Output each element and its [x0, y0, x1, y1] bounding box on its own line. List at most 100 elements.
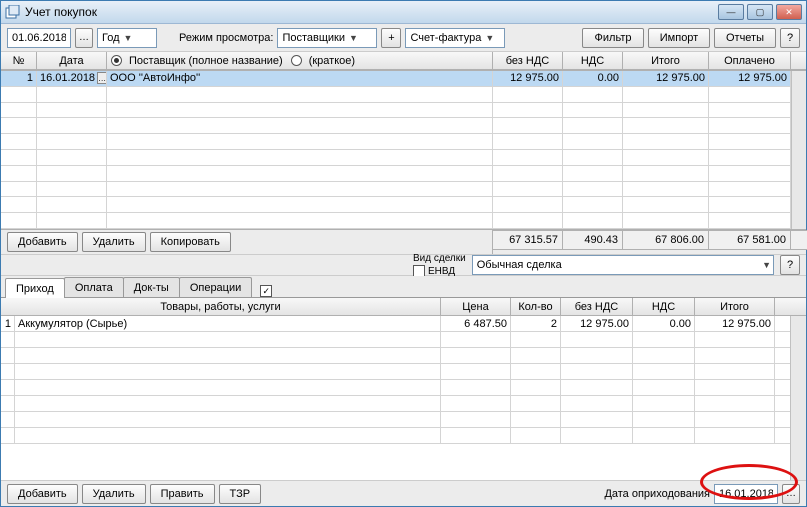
cell-total: 12 975.00 — [623, 71, 709, 86]
cell-qty: 2 — [511, 316, 561, 331]
col-paid[interactable]: Оплачено — [709, 52, 791, 69]
col-vat[interactable]: НДС — [563, 52, 623, 69]
deal-type-select[interactable]: Обычная сделка ▼ — [472, 255, 774, 275]
cell-num: 1 — [1, 316, 15, 331]
deal-type-value: Обычная сделка — [477, 259, 758, 271]
items-grid[interactable]: 1 Аккумулятор (Сырье) 6 487.50 2 12 975.… — [1, 316, 806, 480]
col-num[interactable]: № — [1, 52, 37, 69]
deal-help-button[interactable]: ? — [780, 255, 800, 275]
cell-goods: Аккумулятор (Сырье) — [15, 316, 441, 331]
total-vat: 490.43 — [563, 231, 623, 249]
grid1-actions: Добавить Удалить Копировать — [1, 230, 493, 254]
supplier-full-radio[interactable] — [111, 55, 122, 66]
chevron-down-icon: ▼ — [349, 33, 358, 43]
cell-date: 16.01.2018 … — [37, 71, 107, 86]
table-row[interactable] — [1, 364, 790, 380]
ops-checkbox[interactable]: ✓ — [260, 285, 272, 297]
date-cell-picker[interactable]: … — [97, 72, 107, 84]
reports-button[interactable]: Отчеты — [714, 28, 776, 48]
cell-date-value: 16.01.2018 — [40, 72, 95, 84]
app-window: Учет покупок — ▢ ✕ … Год ▼ Режим просмотр… — [0, 0, 807, 507]
chevron-down-icon: ▼ — [124, 33, 133, 43]
cell-price: 6 487.50 — [441, 316, 511, 331]
col-total[interactable]: Итого — [623, 52, 709, 69]
col-qty[interactable]: Кол-во — [511, 298, 561, 315]
period-select[interactable]: Год ▼ — [97, 28, 157, 48]
tzr-button[interactable]: ТЗР — [219, 484, 262, 504]
tab-ops[interactable]: Операции — [179, 277, 252, 297]
table-row[interactable] — [1, 87, 791, 103]
table-row[interactable] — [1, 197, 791, 213]
supplier-full-label: Поставщик (полное название) — [129, 55, 283, 67]
items-grid-header: Товары, работы, услуги Цена Кол-во без Н… — [1, 298, 806, 316]
titlebar: Учет покупок — ▢ ✕ — [1, 1, 806, 24]
cell-num: 1 — [1, 71, 37, 86]
cell-no-vat: 12 975.00 — [561, 316, 633, 331]
view-mode-label: Режим просмотра: — [179, 32, 273, 44]
delete-item-button[interactable]: Удалить — [82, 484, 146, 504]
purchases-grid[interactable]: 1 16.01.2018 … ООО ''АвтоИнфо'' 12 975.0… — [1, 70, 806, 230]
date-input[interactable] — [7, 28, 71, 48]
table-row[interactable] — [1, 166, 791, 182]
col-no-vat[interactable]: без НДС — [493, 52, 563, 69]
col-vat[interactable]: НДС — [633, 298, 695, 315]
table-row[interactable] — [1, 182, 791, 198]
table-row[interactable] — [1, 150, 791, 166]
table-row[interactable] — [1, 213, 791, 229]
table-row[interactable] — [1, 428, 790, 444]
vertical-scrollbar[interactable] — [790, 316, 806, 480]
posting-date-label: Дата оприходования — [604, 488, 710, 500]
table-row[interactable] — [1, 103, 791, 119]
date-picker-button[interactable]: … — [75, 28, 93, 48]
col-date[interactable]: Дата — [37, 52, 107, 69]
plus-button[interactable]: + — [381, 28, 401, 48]
doc-type-select[interactable]: Счет-фактура▼ — [405, 28, 505, 48]
bottom-bar: Добавить Удалить Править ТЗР Дата оприхо… — [1, 480, 806, 506]
delete-button[interactable]: Удалить — [82, 232, 146, 252]
tab-incoming[interactable]: Приход — [5, 278, 65, 298]
window-controls: — ▢ ✕ — [718, 4, 802, 20]
minimize-button[interactable]: — — [718, 4, 744, 20]
edit-item-button[interactable]: Править — [150, 484, 215, 504]
period-value: Год — [102, 32, 120, 44]
envd-label: ЕНВД — [428, 266, 455, 277]
supplier-short-radio[interactable] — [291, 55, 302, 66]
close-button[interactable]: ✕ — [776, 4, 802, 20]
cell-total: 12 975.00 — [695, 316, 775, 331]
help-button[interactable]: ? — [780, 28, 800, 48]
tab-docs[interactable]: Док-ты — [123, 277, 180, 297]
table-row[interactable]: 1 16.01.2018 … ООО ''АвтоИнфо'' 12 975.0… — [1, 71, 791, 87]
add-button[interactable]: Добавить — [7, 232, 78, 252]
col-no-vat[interactable]: без НДС — [561, 298, 633, 315]
total-no-vat: 67 315.57 — [493, 231, 563, 249]
col-total[interactable]: Итого — [695, 298, 775, 315]
table-row[interactable] — [1, 396, 790, 412]
col-supplier: Поставщик (полное название) (краткое) — [107, 52, 493, 69]
import-button[interactable]: Импорт — [648, 28, 710, 48]
col-goods[interactable]: Товары, работы, услуги — [1, 298, 441, 315]
chevron-down-icon: ▼ — [485, 33, 494, 43]
cell-supplier: ООО ''АвтоИнфо'' — [107, 71, 493, 86]
table-row[interactable]: 1 Аккумулятор (Сырье) 6 487.50 2 12 975.… — [1, 316, 790, 332]
copy-button[interactable]: Копировать — [150, 232, 231, 252]
cell-paid: 12 975.00 — [709, 71, 791, 86]
cell-no-vat: 12 975.00 — [493, 71, 563, 86]
add-item-button[interactable]: Добавить — [7, 484, 78, 504]
deal-row: Вид сделки ЕНВД Обычная сделка ▼ ? — [1, 254, 806, 276]
col-price[interactable]: Цена — [441, 298, 511, 315]
table-row[interactable] — [1, 332, 790, 348]
tab-payment[interactable]: Оплата — [64, 277, 124, 297]
table-row[interactable] — [1, 118, 791, 134]
view-mode-select[interactable]: Поставщики▼ — [277, 28, 377, 48]
total-sum: 67 806.00 — [623, 231, 709, 249]
table-row[interactable] — [1, 134, 791, 150]
posting-date-input[interactable] — [714, 484, 778, 504]
app-icon — [5, 5, 21, 19]
vertical-scrollbar[interactable] — [791, 71, 806, 229]
table-row[interactable] — [1, 412, 790, 428]
posting-date-picker[interactable]: … — [782, 484, 800, 504]
table-row[interactable] — [1, 348, 790, 364]
maximize-button[interactable]: ▢ — [747, 4, 773, 20]
table-row[interactable] — [1, 380, 790, 396]
filter-button[interactable]: Фильтр — [582, 28, 644, 48]
